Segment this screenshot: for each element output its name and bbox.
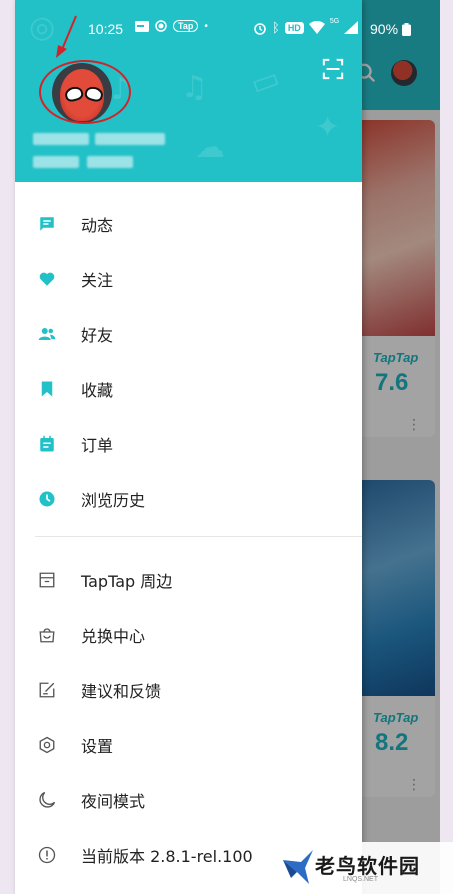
bird-logo-icon (283, 850, 313, 884)
menu-item-redeem[interactable]: 兑换中心 (15, 607, 362, 662)
battery-icon (401, 23, 411, 36)
menu-item-merch[interactable]: TapTap 周边 (15, 552, 362, 607)
bookmark-icon (38, 380, 56, 398)
store-icon (38, 571, 56, 589)
menu-item-following[interactable]: 关注 (15, 251, 362, 306)
network-label: 5G (329, 18, 340, 25)
menu-item-label: 夜间模式 (81, 791, 146, 811)
decor-icon: ▭ (245, 60, 285, 103)
scan-icon[interactable] (322, 58, 344, 80)
menu-item-label: 兑换中心 (81, 626, 146, 646)
menu-item-friends[interactable]: 好友 (15, 306, 362, 361)
user-avatar-area[interactable] (39, 60, 131, 124)
menu-item-label: 当前版本 2.8.1-rel.100 (81, 846, 253, 866)
info-icon (38, 846, 56, 864)
clock-icon (38, 490, 56, 508)
order-icon (38, 435, 56, 453)
record-icon (155, 20, 167, 32)
menu-item-label: 订单 (81, 435, 114, 455)
drawer-menu: 动态 关注 好友 收藏 订单 浏览历史 TapTap 周边 兑换中心 建议和反馈… (15, 196, 362, 882)
menu-item-night-mode[interactable]: 夜间模式 (15, 772, 362, 827)
watermark-subtext: LNQS.NET (343, 876, 379, 883)
menu-item-label: 浏览历史 (81, 490, 146, 510)
moon-icon (38, 791, 56, 809)
username-blurred (33, 133, 89, 145)
status-time: 10:25 (88, 21, 124, 37)
friends-icon (38, 325, 56, 343)
decor-icon: ✦ (315, 110, 341, 145)
menu-item-history[interactable]: 浏览历史 (15, 471, 362, 526)
menu-item-label: 收藏 (81, 380, 114, 400)
decor-icon: ☁ (195, 130, 225, 165)
menu-item-label: TapTap 周边 (81, 571, 173, 591)
message-icon (38, 215, 56, 233)
feedback-icon (38, 681, 56, 699)
decor-icon: ♫ (181, 70, 208, 105)
user-info-blurred (87, 156, 133, 168)
user-info-blurred (33, 156, 79, 168)
menu-item-label: 好友 (81, 325, 114, 345)
bluetooth-icon: ᛒ (272, 20, 280, 35)
bag-icon (38, 626, 56, 644)
notification-icon (135, 20, 149, 32)
menu-item-settings[interactable]: 设置 (15, 717, 362, 772)
menu-item-label: 关注 (81, 270, 114, 290)
menu-divider (35, 536, 362, 537)
navigation-drawer: ◎ ♪ ♫ ▭ ✦ ☁ 动态 关注 好友 收藏 订单 浏览历史 TapTap 周… (15, 0, 362, 894)
menu-item-favorites[interactable]: 收藏 (15, 361, 362, 416)
menu-item-feed[interactable]: 动态 (15, 196, 362, 251)
hd-badge: HD (284, 21, 304, 34)
settings-icon (38, 736, 56, 754)
watermark-text: 老鸟软件园 (315, 854, 420, 878)
signal-icon (344, 21, 359, 34)
menu-item-label: 设置 (81, 736, 114, 756)
menu-item-label: 动态 (81, 215, 114, 235)
status-bar: 10:25 Tap • ᛒ HD 5G 90% (15, 14, 440, 42)
menu-item-label: 建议和反馈 (81, 681, 162, 701)
username-blurred (95, 133, 165, 145)
battery-level: 90% (370, 21, 399, 37)
alarm-icon (254, 22, 266, 35)
menu-item-orders[interactable]: 订单 (15, 416, 362, 471)
wifi-icon (308, 21, 325, 34)
watermark: 老鸟软件园 LNQS.NET (275, 842, 453, 894)
dot-icon: • (204, 20, 208, 32)
annotation-ellipse (39, 60, 131, 124)
heart-icon (38, 270, 56, 288)
menu-item-feedback[interactable]: 建议和反馈 (15, 662, 362, 717)
tap-badge: Tap (173, 20, 199, 32)
